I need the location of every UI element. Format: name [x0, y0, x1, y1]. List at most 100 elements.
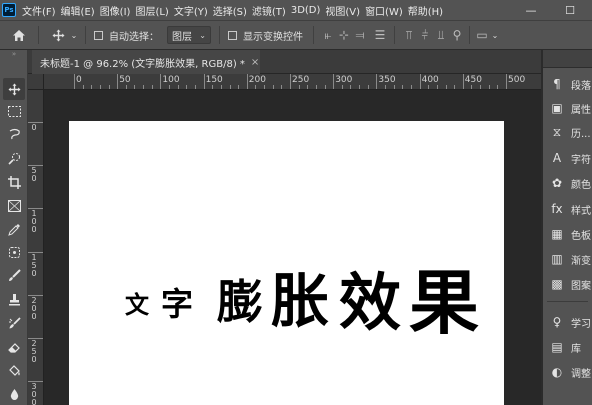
warped-text-layer[interactable]: 文 字 膨 胀 效 果 — [121, 249, 479, 344]
menu-view[interactable]: 视图(V) — [325, 3, 360, 18]
menu-layer[interactable]: 图层(L) — [135, 3, 168, 18]
panel-label: 库 — [571, 343, 581, 355]
maximize-button[interactable]: ☐ — [556, 0, 584, 20]
close-icon[interactable]: × — [251, 57, 259, 68]
panel-character[interactable]: A 字符 — [543, 146, 592, 170]
document-tab[interactable]: 未标题-1 @ 96.2% (文字膨胀效果, RGB/8) * × — [32, 50, 260, 74]
ruler-minor-tick — [488, 85, 490, 89]
workspace-icon[interactable]: ▭ — [474, 28, 490, 42]
menu-file[interactable]: 文件(F) — [22, 3, 56, 18]
menu-select[interactable]: 选择(S) — [213, 3, 247, 18]
panel-group-divider — [547, 301, 588, 302]
panel-dock: ¶ 段落 ▣ 属性 ⧖ 历... A 字符 ✿ 颜色 fx 样式 ▦ 色板 ▥ 渐变 ▩ 图案 ♀ 学习 ▤ 库 ◐ 调整 — [543, 50, 592, 405]
divider — [219, 26, 220, 44]
menu-3d[interactable]: 3D(D) — [291, 5, 321, 16]
ruler-origin[interactable] — [28, 74, 44, 90]
libraries-icon: ▤ — [551, 340, 563, 354]
align-top-edges-icon[interactable]: ⫪ — [401, 28, 417, 43]
ruler-minor-tick — [238, 85, 240, 89]
ruler-minor-tick — [454, 85, 456, 89]
panel-history[interactable]: ⧖ 历... — [543, 120, 592, 144]
photoshop-window: Ps 文件(F) 编辑(E) 图像(I) 图层(L) 文字(Y) 选择(S) 滤… — [0, 0, 592, 405]
frame-tool-icon[interactable] — [3, 195, 25, 217]
align-left-edges-icon[interactable]: ⫦ — [320, 28, 336, 43]
collapse-toolbar-icon[interactable]: » — [3, 50, 25, 58]
canvas-workspace[interactable]: 文 字 膨 胀 效 果 — [45, 91, 541, 405]
panel-patterns[interactable]: ▩ 图案 — [543, 272, 592, 296]
align-bottom-edges-icon[interactable]: ⫫ — [433, 28, 449, 43]
paint-bucket-tool-icon[interactable] — [3, 359, 25, 381]
clone-stamp-tool-icon[interactable] — [3, 288, 25, 310]
quick-selection-tool-icon[interactable] — [3, 147, 25, 169]
chevron-down-icon[interactable]: ⌄ — [69, 31, 79, 40]
chevron-down-icon[interactable]: ⌄ — [490, 31, 500, 40]
divider — [394, 26, 395, 44]
panel-label: 学习 — [571, 318, 591, 330]
options-bar: ⌄ 自动选择： 图层 ⌄ 显示变换控件 ⫦ ⊹ ⫤ ☰ ⫪ ⫩ ⫫ ⚲ ▭ ⌄ — [0, 20, 592, 50]
styles-icon: fx — [551, 202, 563, 216]
panel-adjustments[interactable]: ◐ 调整 — [543, 360, 592, 384]
ruler-label: 350 — [378, 75, 396, 85]
healing-brush-tool-icon[interactable] — [3, 241, 25, 263]
auto-select-target-dropdown[interactable]: 图层 ⌄ — [167, 26, 211, 44]
panel-swatches[interactable]: ▦ 色板 — [543, 222, 592, 246]
eyedropper-tool-icon[interactable] — [3, 218, 25, 240]
document-canvas[interactable]: 文 字 膨 胀 效 果 — [69, 121, 504, 405]
panel-color[interactable]: ✿ 颜色 — [543, 171, 592, 195]
align-vertical-centers-icon[interactable]: ⫩ — [417, 28, 433, 43]
lasso-tool-icon[interactable] — [3, 123, 25, 145]
ruler-major-tick — [117, 74, 119, 89]
menu-help[interactable]: 帮助(H) — [408, 3, 443, 18]
blur-tool-icon[interactable] — [3, 383, 25, 405]
brush-tool-icon[interactable] — [3, 264, 25, 286]
history-brush-tool-icon[interactable] — [3, 312, 25, 334]
panel-label: 色板 — [571, 230, 591, 242]
chevron-down-icon: ⌄ — [199, 30, 206, 40]
panel-dock-header[interactable] — [543, 50, 592, 68]
panel-properties[interactable]: ▣ 属性 — [543, 96, 592, 120]
show-transform-controls-label: 显示变换控件 — [243, 31, 303, 43]
panel-label: 属性 — [571, 104, 591, 116]
show-transform-controls-checkbox[interactable] — [228, 30, 237, 40]
ruler-minor-tick — [91, 85, 93, 89]
panel-label: 颜色 — [571, 179, 591, 191]
panel-styles[interactable]: fx 样式 — [543, 197, 592, 221]
horizontal-ruler[interactable]: 0 50 100 150 200 250 300 350 400 450 500 — [44, 74, 541, 90]
crop-tool-icon[interactable] — [3, 171, 25, 193]
eraser-tool-icon[interactable] — [3, 336, 25, 358]
move-tool-icon[interactable] — [3, 78, 25, 100]
document-tab-title: 未标题-1 @ 96.2% (文字膨胀效果, RGB/8) * — [40, 58, 245, 70]
ruler-major-tick — [28, 251, 43, 253]
panel-learn[interactable]: ♀ 学习 — [543, 310, 592, 334]
ruler-major-tick — [333, 74, 335, 89]
home-icon[interactable] — [6, 29, 32, 42]
ruler-minor-tick — [410, 85, 412, 89]
marquee-tool-icon[interactable] — [3, 100, 25, 122]
menu-type[interactable]: 文字(Y) — [174, 3, 208, 18]
ruler-label: 300 — [31, 382, 37, 405]
ruler-minor-tick — [367, 85, 369, 89]
ruler-minor-tick — [99, 85, 101, 89]
auto-select-checkbox[interactable] — [94, 30, 103, 40]
ruler-minor-tick — [436, 85, 438, 89]
panel-paragraph[interactable]: ¶ 段落 — [543, 72, 592, 96]
menu-edit[interactable]: 编辑(E) — [61, 3, 95, 18]
ruler-label: 150 — [205, 75, 223, 85]
menu-image[interactable]: 图像(I) — [100, 3, 131, 18]
distribute-icon[interactable]: ☰ — [372, 28, 388, 42]
panel-libraries[interactable]: ▤ 库 — [543, 335, 592, 359]
menu-filter[interactable]: 滤镜(T) — [252, 3, 286, 18]
panel-gradient[interactable]: ▥ 渐变 — [543, 247, 592, 271]
vertical-ruler[interactable]: 0 50 100 150 200 250 300 — [28, 90, 44, 405]
minimize-button[interactable]: — — [517, 0, 545, 20]
ruler-minor-tick — [177, 85, 179, 89]
align-horizontal-centers-icon[interactable]: ⊹ — [336, 28, 352, 42]
search-icon[interactable]: ⚲ — [449, 28, 465, 42]
ruler-minor-tick — [385, 85, 387, 89]
ruler-label: 300 — [335, 75, 353, 85]
learn-icon: ♀ — [552, 315, 562, 329]
ruler-minor-tick — [359, 85, 361, 89]
move-tool-icon[interactable] — [47, 29, 69, 42]
menu-window[interactable]: 窗口(W) — [365, 3, 403, 18]
align-right-edges-icon[interactable]: ⫤ — [352, 28, 368, 43]
